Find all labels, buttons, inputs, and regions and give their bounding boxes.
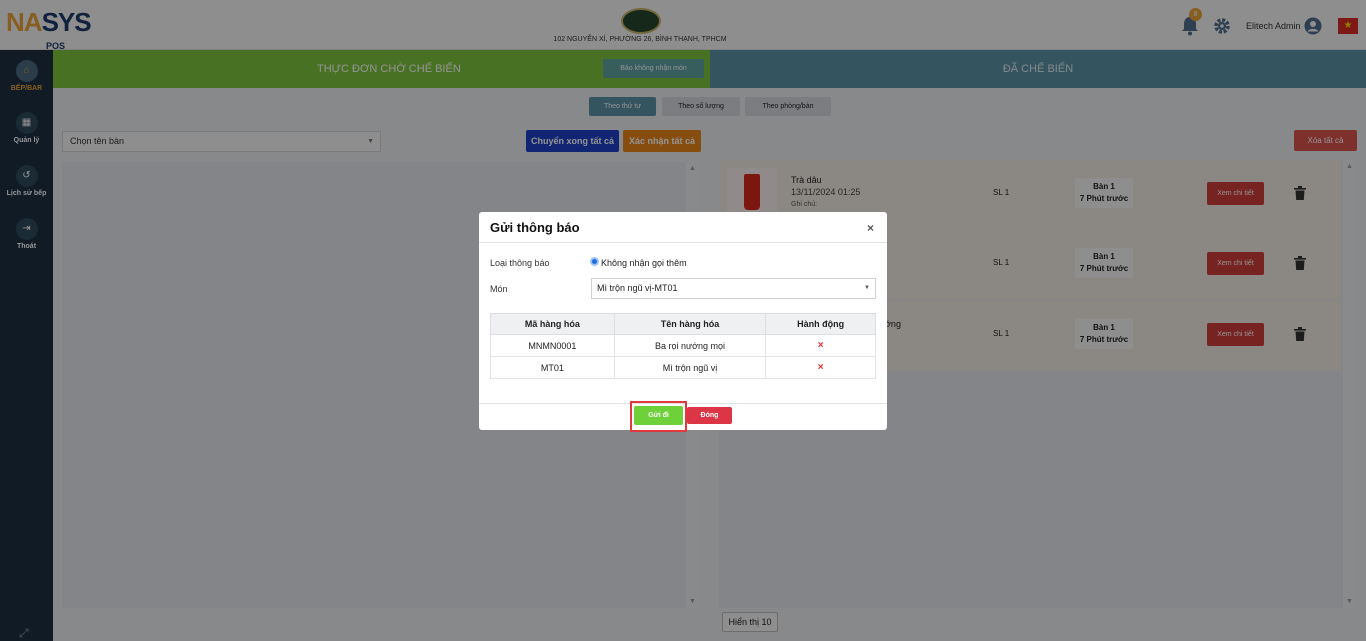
- close-icon[interactable]: ×: [867, 221, 874, 235]
- column-header-code: Mã hàng hóa: [490, 313, 615, 335]
- notification-type-label: Loại thông báo: [490, 258, 550, 268]
- notification-type-radio[interactable]: [590, 257, 599, 266]
- dish-table: Mã hàng hóa Tên hàng hóa Hành động MNMN0…: [490, 313, 876, 379]
- cell-name: Mì trộn ngũ vị: [613, 356, 767, 379]
- send-button[interactable]: Gửi đi: [634, 406, 683, 425]
- chevron-down-icon: ▼: [864, 285, 870, 291]
- table-row: MT01 Mì trộn ngũ vị ×: [490, 356, 876, 379]
- cell-action: ×: [765, 334, 876, 357]
- remove-icon[interactable]: ×: [818, 362, 824, 373]
- table-header-row: Mã hàng hóa Tên hàng hóa Hành động: [490, 313, 876, 335]
- send-notification-dialog: Gửi thông báo × Loại thông báo Không nhậ…: [479, 212, 887, 432]
- dialog-title: Gửi thông báo: [490, 220, 580, 235]
- column-header-name: Tên hàng hóa: [613, 313, 767, 335]
- table-row: MNMN0001 Ba rọi nướng mọi ×: [490, 334, 876, 357]
- cell-code: MNMN0001: [490, 334, 615, 357]
- close-button[interactable]: Đóng: [687, 407, 732, 424]
- column-header-action: Hành động: [765, 313, 876, 335]
- notification-type-option[interactable]: Không nhận gọi thêm: [601, 258, 687, 268]
- remove-icon[interactable]: ×: [818, 340, 824, 351]
- dish-select-value: Mì trộn ngũ vị-MT01: [597, 283, 678, 293]
- dish-label: Món: [490, 284, 508, 294]
- divider: [479, 242, 887, 243]
- cell-action: ×: [765, 356, 876, 379]
- cell-code: MT01: [490, 356, 615, 379]
- dish-select[interactable]: Mì trộn ngũ vị-MT01 ▼: [591, 278, 876, 299]
- cell-name: Ba rọi nướng mọi: [613, 334, 767, 357]
